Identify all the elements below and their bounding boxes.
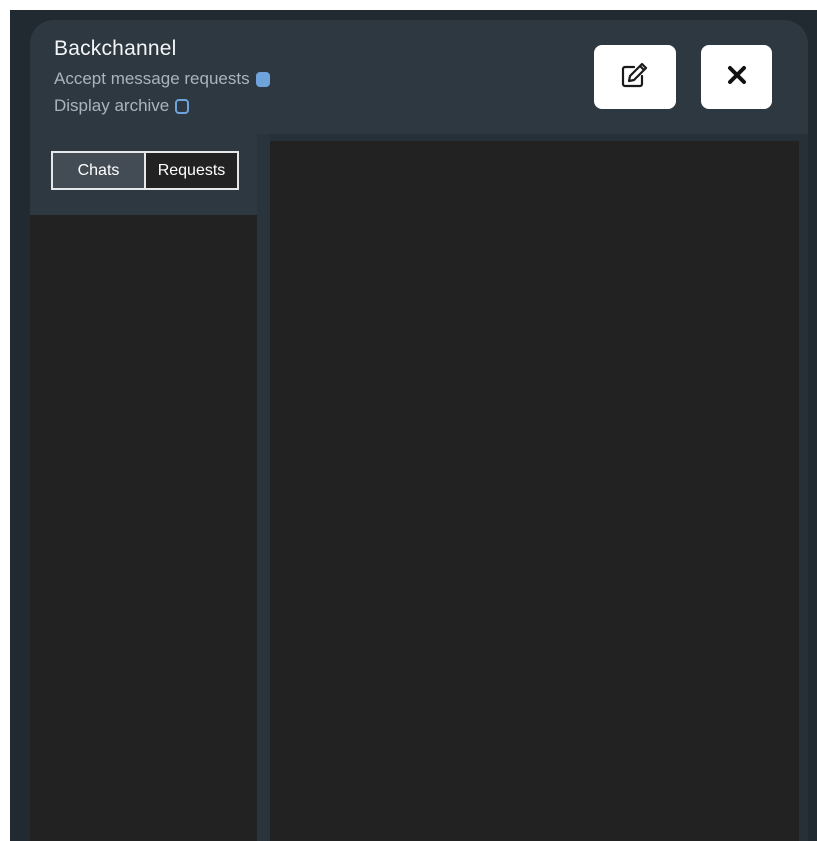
chat-area <box>270 141 799 841</box>
edit-icon <box>620 61 650 94</box>
close-button[interactable] <box>701 45 772 109</box>
conversation-sidebar: Chats Requests <box>30 134 257 841</box>
display-archive-option[interactable]: Display archive <box>54 96 190 116</box>
backchannel-dialog: Backchannel Accept message requests Disp… <box>30 20 808 841</box>
dialog-header: Backchannel Accept message requests Disp… <box>30 20 808 134</box>
accept-requests-option[interactable]: Accept message requests <box>54 69 270 89</box>
accept-requests-checkbox[interactable] <box>255 71 270 87</box>
tab-chats[interactable]: Chats <box>53 153 146 188</box>
display-archive-label: Display archive <box>54 96 170 115</box>
sidebar-toolbar: Chats Requests <box>30 134 257 215</box>
tab-requests[interactable]: Requests <box>146 153 237 188</box>
close-icon <box>727 65 747 90</box>
sidebar-tabs: Chats Requests <box>51 151 239 190</box>
display-archive-checkbox[interactable] <box>175 98 190 114</box>
pane-divider[interactable] <box>257 134 270 841</box>
dialog-title: Backchannel <box>54 37 177 60</box>
accept-requests-label: Accept message requests <box>54 69 250 88</box>
compose-button[interactable] <box>594 45 676 109</box>
